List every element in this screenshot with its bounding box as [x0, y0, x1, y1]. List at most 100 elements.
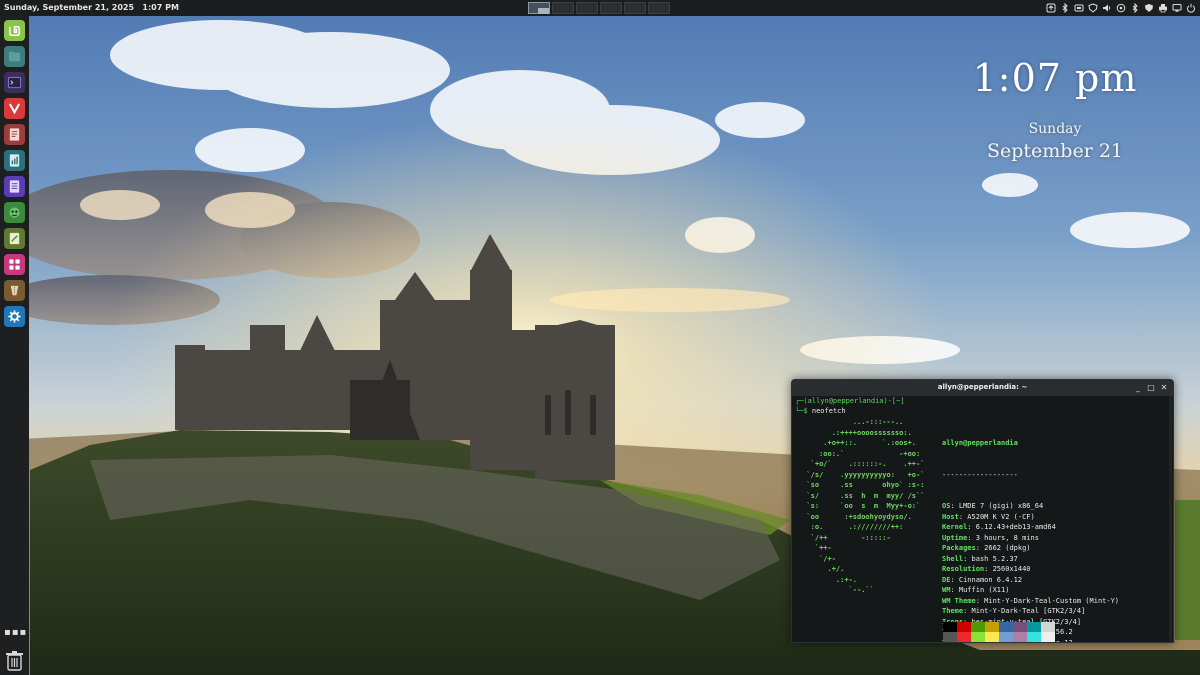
panel-clock[interactable]: Sunday, September 21, 2025 1:07 PM: [4, 3, 179, 12]
info-key: WM Theme: [942, 596, 976, 605]
show-apps-icon[interactable]: ▪▪▪: [4, 628, 26, 638]
document-viewer-icon[interactable]: [4, 124, 25, 145]
palette-swatch: [971, 632, 985, 642]
palette-swatch: [943, 632, 957, 642]
prompt-command-line: └─$ neofetch: [795, 406, 846, 417]
terminal-icon[interactable]: [4, 72, 25, 93]
display-icon[interactable]: [1172, 3, 1182, 13]
info-value: Mint-Y-Dark-Teal-Custom (Mint-Y): [984, 596, 1120, 605]
maximize-button[interactable]: □: [1146, 383, 1156, 393]
volume-icon[interactable]: [1102, 3, 1112, 13]
info-value: Cinnamon 6.4.12: [958, 575, 1023, 584]
prompt-symbol: └─$: [795, 407, 808, 415]
power-icon[interactable]: [1186, 3, 1196, 13]
palette-swatch: [1027, 622, 1041, 632]
info-value: 3 hours, 8 mins: [975, 533, 1039, 542]
workspace-6[interactable]: [648, 2, 670, 14]
workspace-4[interactable]: [600, 2, 622, 14]
info-value: Muffin (X11): [958, 586, 1010, 594]
mint-menu-icon[interactable]: [4, 20, 25, 41]
palette-swatch: [999, 632, 1013, 642]
prompt-command: neofetch: [811, 407, 846, 415]
text-document-icon[interactable]: [4, 176, 25, 197]
info-value: 6.12.43+deb13-amd64: [975, 523, 1056, 531]
files-icon[interactable]: [4, 46, 25, 67]
info-row: Resolution: 2560x1440: [942, 565, 1031, 573]
color-palette: [943, 622, 1055, 642]
bluetooth-icon[interactable]: [1060, 3, 1070, 13]
palette-swatch: [1013, 632, 1027, 642]
neofetch-info: allyn@pepperlandia ------------------ OS…: [942, 417, 1144, 642]
info-key: Packages: [942, 544, 976, 552]
text-editor-icon[interactable]: [4, 228, 25, 249]
palette-swatch: [957, 622, 971, 632]
vpn-icon[interactable]: [1144, 3, 1154, 13]
palette-swatch: [999, 622, 1013, 632]
info-value: A520M K V2 (-CF): [967, 512, 1035, 521]
system-tray: [1046, 2, 1196, 14]
info-value: 2560x1440: [992, 565, 1031, 573]
trash-icon[interactable]: [5, 650, 24, 672]
info-row: OS: LMDE 7 (gigi) x86_64: [942, 502, 1044, 510]
terminal-scrollbar[interactable]: [1169, 396, 1172, 642]
info-value: bash 5.2.37: [971, 554, 1018, 563]
info-key: Uptime: [942, 533, 968, 542]
palette-swatch: [957, 632, 971, 642]
palette-swatch: [943, 622, 957, 632]
notifications-icon[interactable]: [1116, 3, 1126, 13]
terminal-body[interactable]: ┌─(allyn@pepperlandia)-[~] └─$ neofetch …: [792, 396, 1173, 642]
info-key: Kernel: [942, 523, 968, 531]
palette-swatch: [1027, 632, 1041, 642]
desklet-date: September 21: [986, 140, 1124, 162]
info-separator: ------------------: [942, 470, 1018, 479]
palette-swatch: [971, 622, 985, 632]
top-panel: Sunday, September 21, 2025 1:07 PM: [0, 0, 1200, 16]
workspace-3[interactable]: [576, 2, 598, 14]
printer-icon[interactable]: [1158, 3, 1168, 13]
archive-manager-icon[interactable]: [4, 280, 25, 301]
desklet-time: 1:07 pm: [972, 56, 1138, 100]
clock-desklet: 1:07 pm Sunday September 21: [930, 56, 1180, 164]
info-row: Kernel: 6.12.43+deb13-amd64: [942, 523, 1056, 531]
dock-panel: ▪▪▪: [0, 16, 29, 675]
info-row: Host: A520M K V2 (-CF): [942, 512, 1035, 521]
info-value: Mint-Y-Dark-Teal [GTK2/3/4]: [971, 607, 1086, 615]
settings-icon[interactable]: [4, 306, 25, 327]
workspace-switcher: [528, 2, 670, 14]
minimize-button[interactable]: _: [1133, 383, 1143, 393]
neofetch-ascii-logo: ...-:::---.. .:++++oooosssssso:. .+o++::…: [806, 418, 925, 594]
palette-swatch: [985, 632, 999, 642]
info-row: WM: Muffin (X11): [942, 586, 1010, 594]
network-icon[interactable]: [1074, 3, 1084, 13]
vivaldi-browser-icon[interactable]: [4, 98, 25, 119]
info-value: 2662 (dpkg): [984, 544, 1031, 552]
shield-icon[interactable]: [1088, 3, 1098, 13]
palette-swatch: [1041, 632, 1055, 642]
info-value: LMDE 7 (gigi) x86_64: [958, 502, 1044, 510]
info-user-host: allyn@pepperlandia: [942, 439, 1018, 447]
info-row: Uptime: 3 hours, 8 mins: [942, 533, 1039, 542]
terminal-window[interactable]: allyn@pepperlandia: ~ _ □ ✕ ┌─(allyn@pep…: [791, 379, 1174, 643]
info-key: Host: [942, 512, 959, 521]
workspace-2[interactable]: [552, 2, 574, 14]
workspace-5[interactable]: [624, 2, 646, 14]
info-row: Shell: bash 5.2.37: [942, 554, 1018, 563]
info-row: Packages: 2662 (dpkg): [942, 544, 1031, 552]
info-row: WM Theme: Mint-Y-Dark-Teal-Custom (Mint-…: [942, 596, 1120, 605]
terminal-titlebar[interactable]: allyn@pepperlandia: ~ _ □ ✕: [792, 380, 1173, 396]
bluetooth-status-icon[interactable]: [1130, 3, 1140, 13]
keepassxc-icon[interactable]: [4, 202, 25, 223]
palette-swatch: [1041, 622, 1055, 632]
workspace-1[interactable]: [528, 2, 550, 14]
info-row: Theme: Mint-Y-Dark-Teal [GTK2/3/4]: [942, 607, 1086, 615]
terminal-title: allyn@pepperlandia: ~: [937, 383, 1028, 391]
software-manager-icon[interactable]: [4, 254, 25, 275]
close-button[interactable]: ✕: [1159, 383, 1169, 393]
info-key: Resolution: [942, 565, 985, 573]
info-row: DE: Cinnamon 6.4.12: [942, 575, 1023, 584]
palette-swatch: [985, 622, 999, 632]
spreadsheet-icon[interactable]: [4, 150, 25, 171]
info-key: Shell: [942, 554, 964, 563]
update-manager-icon[interactable]: [1046, 3, 1056, 13]
prompt-header: ┌─(allyn@pepperlandia)-[~]: [795, 397, 905, 405]
